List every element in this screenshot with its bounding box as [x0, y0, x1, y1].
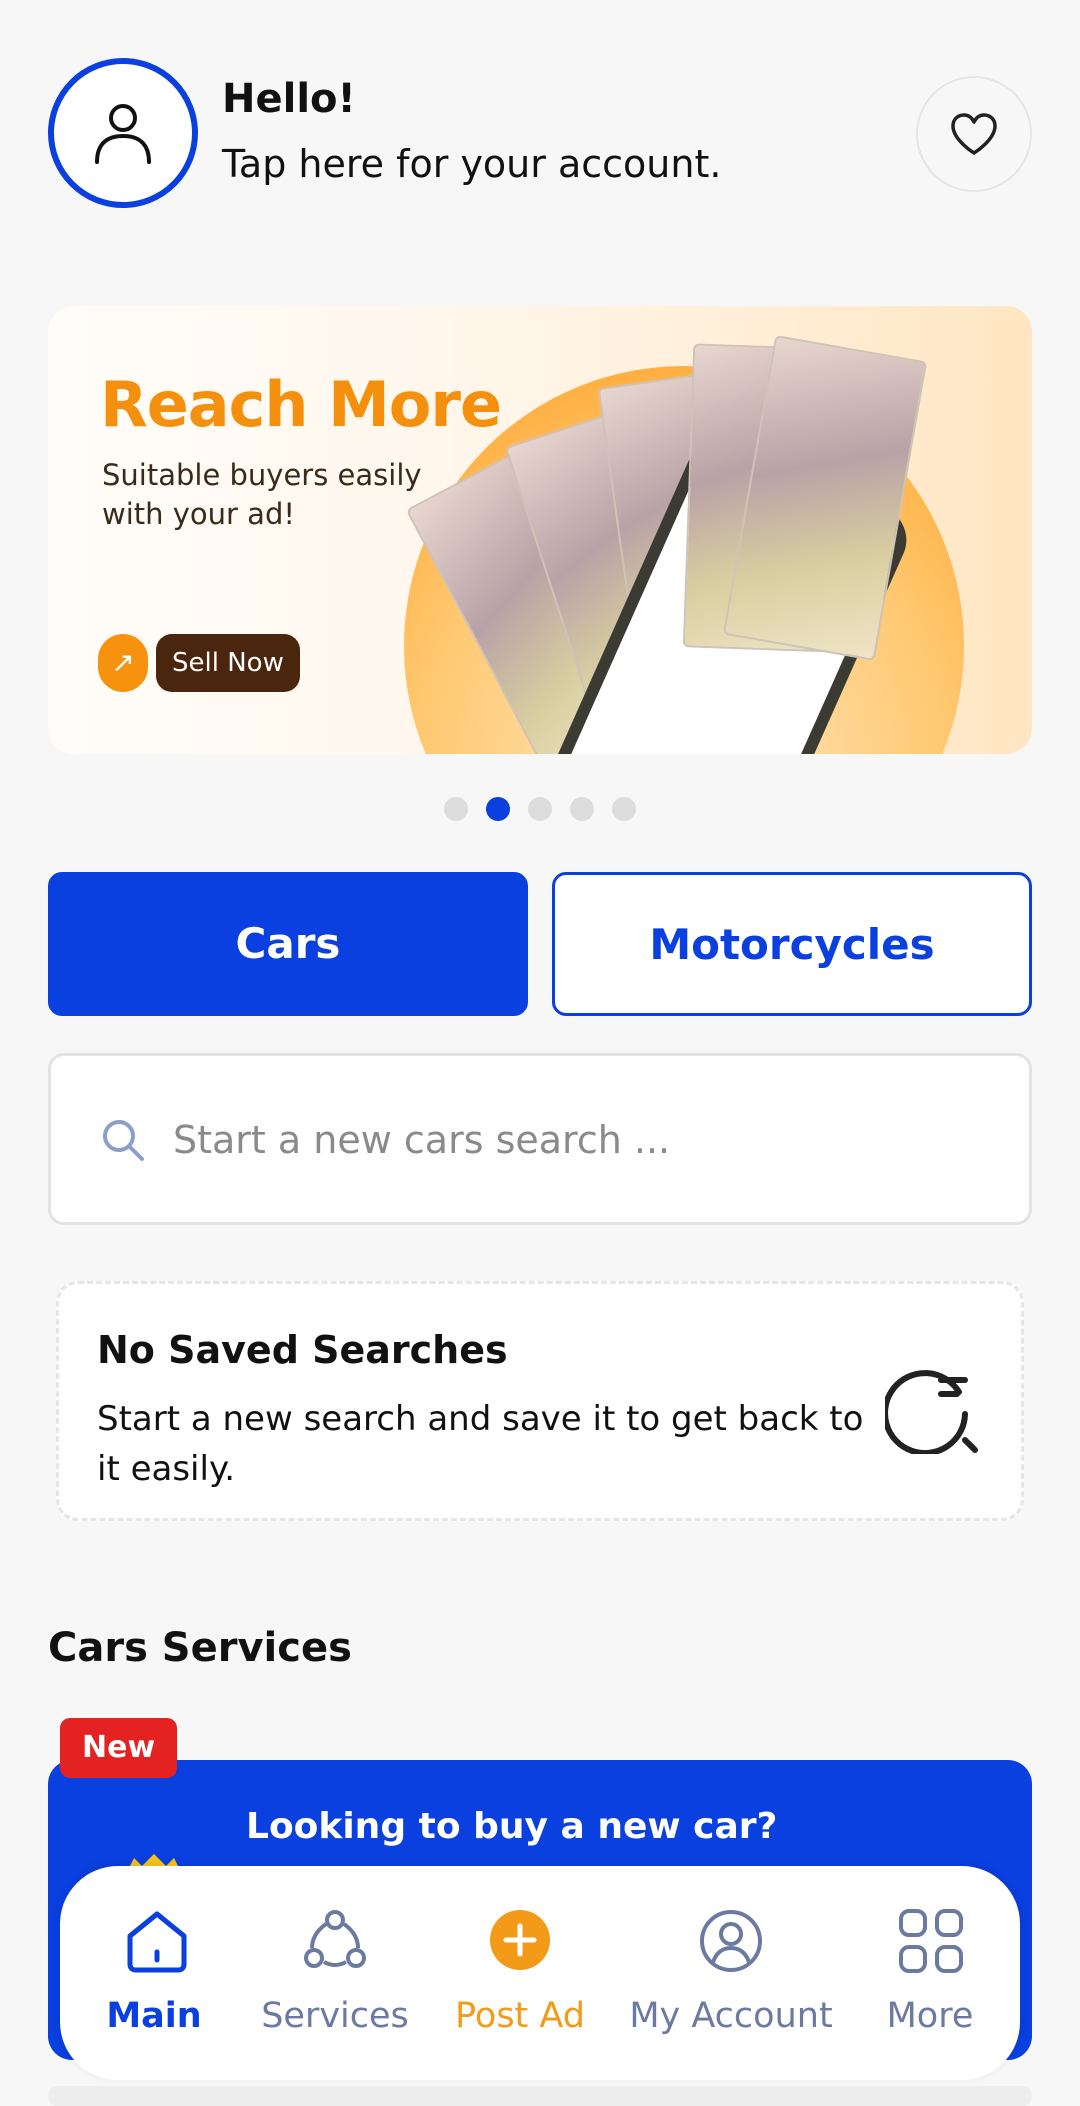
- carousel-dot[interactable]: [570, 797, 594, 821]
- search-input[interactable]: Start a new cars search ...: [48, 1053, 1032, 1225]
- carousel-dot-active[interactable]: [486, 797, 510, 821]
- new-badge: New: [60, 1718, 178, 1778]
- favorites-button[interactable]: [916, 76, 1032, 192]
- home-icon: [127, 1911, 187, 1973]
- user-icon: [95, 104, 151, 164]
- heart-icon: [951, 113, 997, 155]
- carousel-dot[interactable]: [444, 797, 468, 821]
- search-placeholder: Start a new cars search ...: [173, 1118, 671, 1162]
- nav-label-my-account: My Account: [629, 1996, 833, 2036]
- nav-label-post-ad: Post Ad: [455, 1996, 585, 2036]
- account-header[interactable]: Hello! Tap here for your account.: [48, 58, 1032, 210]
- greeting-subtitle[interactable]: Tap here for your account.: [222, 142, 721, 186]
- saved-search-icon: [885, 1370, 978, 1454]
- plus-circle-icon: [490, 1910, 550, 1970]
- next-card-peek: [48, 2086, 1032, 2106]
- bottom-navigation: Main Services Post Ad My Account More: [60, 1866, 1020, 2080]
- promo-banner[interactable]: Reach More Suitable buyers easily with y…: [48, 306, 1032, 754]
- tab-motorcycles[interactable]: Motorcycles: [552, 872, 1032, 1016]
- saved-searches-card: No Saved Searches Start a new search and…: [56, 1281, 1024, 1521]
- grid-icon: [899, 1909, 963, 1973]
- nav-item-post-ad[interactable]: Post Ad: [430, 1866, 610, 2080]
- search-icon: [103, 1120, 144, 1161]
- nav-item-services[interactable]: Services: [240, 1866, 430, 2080]
- sell-now-button[interactable]: Sell Now: [156, 634, 300, 692]
- arrow-up-right-icon[interactable]: ↗: [98, 634, 148, 692]
- promo-text: Looking to buy a new car?: [246, 1806, 778, 1847]
- services-icon: [304, 1910, 366, 1968]
- nav-item-main[interactable]: Main: [80, 1866, 228, 2080]
- nav-label-main: Main: [106, 1996, 202, 2036]
- tab-cars[interactable]: Cars: [48, 872, 528, 1016]
- banner-subtitle: Suitable buyers easily with your ad!: [102, 458, 422, 531]
- saved-searches-description: Start a new search and save it to get ba…: [97, 1399, 864, 1489]
- nav-item-my-account[interactable]: My Account: [616, 1866, 846, 2080]
- nav-label-more: More: [886, 1996, 974, 2036]
- section-heading-cars-services: Cars Services: [48, 1625, 352, 1671]
- avatar[interactable]: [48, 58, 198, 208]
- carousel-dot[interactable]: [528, 797, 552, 821]
- carousel-indicator: [0, 797, 1080, 821]
- carousel-dot[interactable]: [612, 797, 636, 821]
- user-circle-icon: [700, 1910, 762, 1972]
- greeting-title: Hello!: [222, 76, 356, 122]
- nav-label-services: Services: [261, 1996, 409, 2036]
- saved-searches-title: No Saved Searches: [97, 1328, 508, 1372]
- banner-title: Reach More: [100, 368, 502, 441]
- nav-item-more[interactable]: More: [860, 1866, 1000, 2080]
